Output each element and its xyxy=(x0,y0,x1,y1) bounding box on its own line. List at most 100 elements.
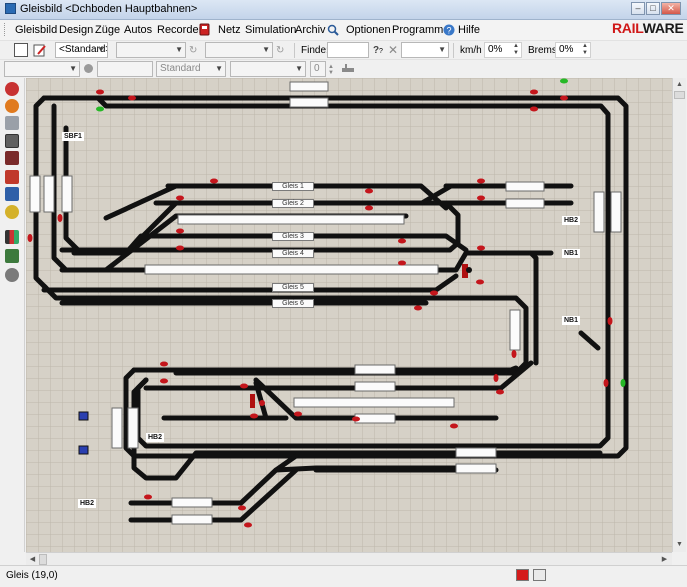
signal-red[interactable] xyxy=(240,383,248,389)
number-stepper-icon[interactable]: ▲ ▼ xyxy=(328,64,334,76)
location-icon[interactable] xyxy=(5,205,19,219)
block-top-1[interactable] xyxy=(289,81,329,92)
address-combo[interactable] xyxy=(97,61,153,77)
signal-red[interactable] xyxy=(603,379,609,387)
brake-stepper[interactable]: 0% ▲ ▼ xyxy=(555,42,591,58)
signal-red[interactable] xyxy=(176,228,184,234)
signal-red[interactable] xyxy=(96,89,104,95)
gleis-3-label[interactable]: Gleis 3 xyxy=(272,232,314,241)
block-yard-1[interactable] xyxy=(171,497,213,508)
tool-icon[interactable] xyxy=(5,134,19,148)
scroll-down-icon[interactable]: ▼ xyxy=(674,539,685,550)
edit-icon[interactable] xyxy=(33,43,47,57)
help-icon[interactable]: ? xyxy=(443,24,455,36)
signal-red[interactable] xyxy=(250,413,258,419)
find-input[interactable] xyxy=(327,42,369,58)
refresh-icon[interactable]: ↻ xyxy=(189,45,197,56)
track-layout-canvas[interactable]: Gleis 1 Gleis 2 Gleis 3 Gleis 4 Gleis 5 … xyxy=(26,78,672,552)
gleis-2-label[interactable]: Gleis 2 xyxy=(272,199,314,208)
gleis-1-label[interactable]: Gleis 1 xyxy=(272,182,314,191)
signal-red[interactable] xyxy=(398,260,406,266)
block-right-v1[interactable] xyxy=(593,191,605,233)
gleis-6-label[interactable]: Gleis 6 xyxy=(272,299,314,308)
scroll-left-icon[interactable]: ◀ xyxy=(27,554,38,565)
menu-simulation[interactable]: Simulation xyxy=(245,24,296,36)
block-right-v3[interactable] xyxy=(509,309,521,351)
group-icon[interactable] xyxy=(5,187,19,201)
menu-programme[interactable]: Programme xyxy=(392,24,449,36)
minimize-button[interactable]: – xyxy=(631,2,645,15)
block-right-1[interactable] xyxy=(505,181,545,192)
signal-red[interactable] xyxy=(244,522,252,528)
sound-icon[interactable] xyxy=(5,116,19,130)
menu-archiv[interactable]: Archiv xyxy=(295,24,326,36)
locomotive-combo[interactable]: ▼ xyxy=(401,42,449,58)
menu-zuege[interactable]: Züge xyxy=(95,24,120,36)
power-status-icon[interactable] xyxy=(516,569,529,581)
number-field[interactable]: 0 xyxy=(310,61,326,77)
menu-autos[interactable]: Autos xyxy=(124,24,152,36)
stepper-arrows-icon[interactable]: ▲ ▼ xyxy=(513,43,519,57)
train-icon[interactable] xyxy=(5,151,19,165)
device-icon[interactable] xyxy=(78,411,89,421)
train-combo[interactable]: ▼ xyxy=(116,42,186,58)
signal-red[interactable] xyxy=(450,423,458,429)
signal-red[interactable] xyxy=(259,400,265,406)
signal-red[interactable] xyxy=(352,416,360,422)
stepper-arrows-icon[interactable]: ▲ ▼ xyxy=(582,43,588,57)
signal-red[interactable] xyxy=(511,350,517,358)
menu-recorder[interactable]: Recorder xyxy=(157,24,202,36)
find-next-icon[interactable]: ? xyxy=(379,48,383,55)
open-icon[interactable] xyxy=(14,43,28,57)
signal-red[interactable] xyxy=(160,361,168,367)
chart-icon[interactable] xyxy=(5,230,19,244)
gleis-4-label[interactable]: Gleis 4 xyxy=(272,249,314,258)
vertical-scroll-thumb[interactable] xyxy=(674,91,685,99)
signal-red[interactable] xyxy=(57,214,63,222)
settings-icon[interactable] xyxy=(5,268,19,282)
block-lower-v1[interactable] xyxy=(111,407,123,449)
maximize-button[interactable]: □ xyxy=(646,2,660,15)
signal-red[interactable] xyxy=(365,205,373,211)
signal-red[interactable] xyxy=(560,95,568,101)
settings-small-icon[interactable] xyxy=(342,64,354,74)
menu-netz[interactable]: Netz xyxy=(218,24,241,36)
view-combo[interactable]: <Standard> ▼ xyxy=(55,42,108,58)
block-left-1[interactable] xyxy=(29,175,41,213)
block-lower-v2[interactable] xyxy=(127,407,139,449)
signal-red[interactable] xyxy=(430,290,438,296)
block-lower-3[interactable] xyxy=(354,413,396,424)
signal-red[interactable] xyxy=(160,378,168,384)
menu-optionen[interactable]: Optionen xyxy=(346,24,391,36)
close-button[interactable]: ✕ xyxy=(661,2,681,15)
signal-red[interactable] xyxy=(176,195,184,201)
refresh-icon-2[interactable]: ↻ xyxy=(276,45,284,56)
element-combo[interactable]: ▼ xyxy=(230,61,306,77)
signal-icon[interactable] xyxy=(5,99,19,113)
signal-red[interactable] xyxy=(477,178,485,184)
style-combo[interactable]: Standard ▼ xyxy=(156,61,226,77)
signal-green[interactable] xyxy=(620,379,626,387)
signal-red[interactable] xyxy=(607,317,613,325)
gleis-5-label[interactable]: Gleis 5 xyxy=(272,283,314,292)
block-left-3[interactable] xyxy=(61,175,73,213)
scroll-right-icon[interactable]: ▶ xyxy=(659,554,670,565)
layer-combo[interactable]: ▼ xyxy=(4,61,80,77)
signal-red[interactable] xyxy=(294,411,302,417)
signal-red[interactable] xyxy=(477,245,485,251)
block-right-2[interactable] xyxy=(505,198,545,209)
block-lower-1[interactable] xyxy=(354,364,396,375)
signal-green[interactable] xyxy=(560,78,568,84)
scroll-up-icon[interactable]: ▲ xyxy=(674,79,685,90)
signal-red[interactable] xyxy=(128,95,136,101)
signal-red[interactable] xyxy=(414,305,422,311)
horizontal-scroll-thumb[interactable] xyxy=(39,554,47,565)
block-right-v2[interactable] xyxy=(610,191,622,233)
signal-red[interactable] xyxy=(476,279,484,285)
block-lower-2[interactable] xyxy=(354,381,396,392)
block-yard-2[interactable] xyxy=(171,514,213,525)
power-icon[interactable] xyxy=(5,82,19,96)
signal-red[interactable] xyxy=(477,195,485,201)
signal-red[interactable] xyxy=(493,374,499,382)
route-combo[interactable]: ▼ xyxy=(205,42,273,58)
